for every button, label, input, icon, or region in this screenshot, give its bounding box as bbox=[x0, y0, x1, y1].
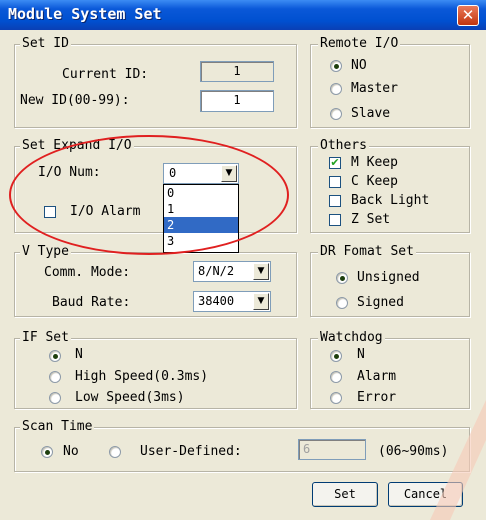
unsigned-label: Unsigned bbox=[357, 270, 420, 285]
chevron-down-icon[interactable]: ▼ bbox=[253, 263, 269, 280]
z-set-checkbox[interactable] bbox=[329, 214, 341, 226]
c-keep-checkbox[interactable] bbox=[329, 176, 341, 188]
remote-io-no-radio[interactable] bbox=[330, 60, 342, 72]
remote-io-slave-radio[interactable] bbox=[330, 108, 342, 120]
comm-mode-value: 8/N/2 bbox=[198, 264, 235, 278]
baud-rate-select[interactable]: 38400 ▼ bbox=[193, 291, 271, 312]
if-high-speed-radio[interactable] bbox=[49, 371, 61, 383]
scan-user-defined-input[interactable]: 6 bbox=[298, 439, 366, 460]
watchdog-n-radio[interactable] bbox=[330, 350, 342, 362]
v-type-legend: V Type bbox=[20, 244, 71, 259]
io-alarm-label: I/O Alarm bbox=[70, 204, 141, 219]
io-num-label: I/O Num: bbox=[38, 165, 101, 180]
watchdog-error-radio[interactable] bbox=[330, 392, 342, 404]
set-id-legend: Set ID bbox=[20, 36, 71, 51]
signed-radio[interactable] bbox=[336, 297, 348, 309]
watchdog-n-label: N bbox=[357, 347, 365, 362]
c-keep-label: C Keep bbox=[351, 174, 398, 189]
baud-rate-label: Baud Rate: bbox=[52, 295, 131, 310]
watchdog-legend: Watchdog bbox=[318, 330, 385, 345]
window-title: Module System Set bbox=[8, 5, 162, 23]
set-id-group bbox=[14, 44, 297, 128]
if-low-speed-label: Low Speed(3ms) bbox=[75, 390, 185, 405]
unsigned-radio[interactable] bbox=[336, 272, 348, 284]
io-num-option-0[interactable]: 0 bbox=[164, 185, 238, 201]
watchdog-error-label: Error bbox=[357, 390, 397, 405]
set-button[interactable]: Set bbox=[312, 482, 378, 507]
watermark-stroke bbox=[430, 400, 486, 520]
title-bar[interactable]: Module System Set ✕ bbox=[0, 0, 486, 30]
dialog-window: Module System Set ✕ Set ID Current ID: 1… bbox=[0, 0, 486, 520]
io-alarm-checkbox[interactable] bbox=[44, 206, 56, 218]
z-set-label: Z Set bbox=[351, 212, 391, 227]
expand-io-legend: Set Expand I/O bbox=[20, 138, 134, 153]
watchdog-alarm-label: Alarm bbox=[357, 369, 397, 384]
if-n-radio[interactable] bbox=[49, 350, 61, 362]
io-num-select[interactable]: 0 ▼ bbox=[163, 163, 239, 184]
current-id-field: 1 bbox=[200, 61, 274, 82]
scan-no-radio[interactable] bbox=[41, 446, 53, 458]
io-num-dropdown-list: 0 1 2 3 bbox=[163, 184, 239, 253]
expand-io-group bbox=[14, 146, 297, 233]
remote-io-master-label: Master bbox=[351, 81, 398, 96]
others-legend: Others bbox=[318, 138, 369, 153]
io-num-option-2[interactable]: 2 bbox=[164, 217, 238, 233]
if-set-legend: IF Set bbox=[20, 330, 71, 345]
remote-io-legend: Remote I/O bbox=[318, 36, 401, 51]
m-keep-checkbox[interactable]: ✔ bbox=[329, 157, 341, 169]
if-n-label: N bbox=[75, 347, 83, 362]
if-low-speed-radio[interactable] bbox=[49, 392, 61, 404]
close-button[interactable]: ✕ bbox=[457, 5, 479, 26]
scan-no-label: No bbox=[63, 444, 79, 459]
comm-mode-select[interactable]: 8/N/2 ▼ bbox=[193, 261, 271, 282]
new-id-input[interactable]: 1 bbox=[200, 90, 274, 112]
io-num-option-3[interactable]: 3 bbox=[164, 233, 238, 249]
new-id-label: New ID(00-99): bbox=[20, 93, 130, 108]
back-light-checkbox[interactable] bbox=[329, 195, 341, 207]
close-icon: ✕ bbox=[461, 6, 475, 24]
dr-format-legend: DR Fomat Set bbox=[318, 244, 416, 259]
comm-mode-label: Comm. Mode: bbox=[44, 265, 131, 280]
watchdog-alarm-radio[interactable] bbox=[330, 371, 342, 383]
m-keep-label: M Keep bbox=[351, 155, 398, 170]
scan-time-legend: Scan Time bbox=[20, 419, 95, 434]
remote-io-master-radio[interactable] bbox=[330, 83, 342, 95]
scan-user-defined-label: User-Defined: bbox=[140, 444, 242, 459]
chevron-down-icon[interactable]: ▼ bbox=[221, 165, 237, 182]
scan-user-defined-radio[interactable] bbox=[109, 446, 121, 458]
signed-label: Signed bbox=[357, 295, 404, 310]
baud-rate-value: 38400 bbox=[198, 294, 235, 308]
chevron-down-icon[interactable]: ▼ bbox=[253, 293, 269, 310]
back-light-label: Back Light bbox=[351, 193, 430, 208]
io-num-value: 0 bbox=[169, 166, 177, 180]
current-id-label: Current ID: bbox=[62, 67, 149, 82]
remote-io-slave-label: Slave bbox=[351, 106, 391, 121]
if-high-speed-label: High Speed(0.3ms) bbox=[75, 369, 209, 384]
remote-io-no-label: NO bbox=[351, 58, 367, 73]
io-num-option-1[interactable]: 1 bbox=[164, 201, 238, 217]
